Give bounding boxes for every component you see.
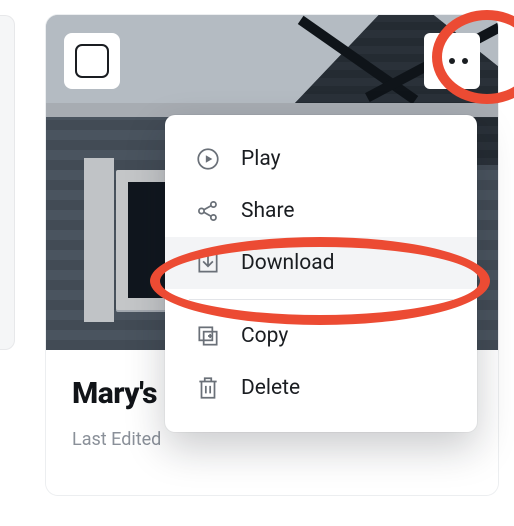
select-checkbox[interactable] (64, 33, 120, 89)
menu-item-label: Copy (241, 324, 288, 348)
menu-item-delete[interactable]: Delete (165, 362, 477, 414)
card-subtitle: Last Edited (72, 429, 472, 450)
menu-separator (189, 299, 453, 300)
menu-item-label: Delete (241, 376, 300, 400)
menu-item-share[interactable]: Share (165, 185, 477, 237)
menu-item-label: Download (241, 251, 335, 275)
menu-item-label: Play (241, 147, 281, 171)
menu-item-download[interactable]: Download (165, 237, 477, 289)
context-menu: Play Share Download Copy Delete (165, 115, 477, 432)
menu-item-label: Share (241, 199, 295, 223)
copy-icon (195, 323, 221, 349)
share-icon (195, 198, 221, 224)
menu-item-copy[interactable]: Copy (165, 310, 477, 362)
previous-card-edge (0, 15, 15, 350)
download-icon (195, 250, 221, 276)
dots-icon (436, 58, 442, 64)
delete-icon (195, 375, 221, 401)
menu-item-play[interactable]: Play (165, 133, 477, 185)
more-options-button[interactable] (424, 33, 480, 89)
play-icon (195, 146, 221, 172)
checkbox-icon (75, 44, 109, 78)
